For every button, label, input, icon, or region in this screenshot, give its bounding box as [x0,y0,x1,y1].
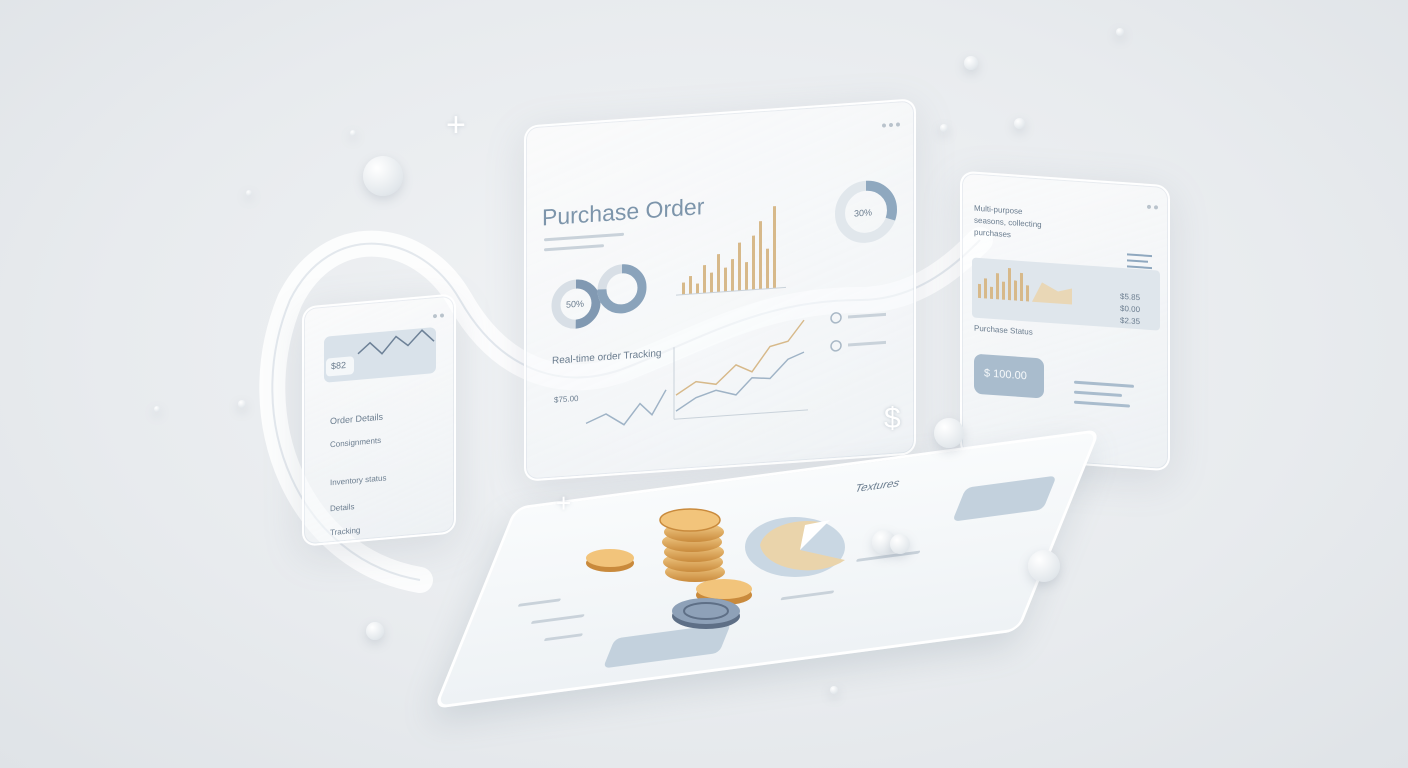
bubble-small [350,130,356,136]
scene: Purchase Order 50% 30% Real-time order T… [0,0,1408,768]
bubble-small [238,400,246,408]
bubble-small [1116,28,1124,36]
coins-layer [586,508,752,629]
coin-dark [672,598,740,629]
bubble-small [830,686,838,694]
bubble-large [1028,550,1060,582]
bubble-large [934,418,964,448]
coin-stack [659,508,725,582]
bubble-small [366,622,384,640]
bubble-small [1014,118,1025,129]
sparkle-icon: + [556,488,572,518]
bubble-large [363,156,403,196]
bubble-small [246,190,252,196]
coin-single-left [586,549,634,572]
bubble-small [964,56,978,70]
dollar-symbol: $ [884,402,901,435]
bubble-small [940,124,948,132]
bubble-medium [890,534,910,554]
sparkle-icon: + [446,106,466,144]
bubble-small [154,406,160,412]
